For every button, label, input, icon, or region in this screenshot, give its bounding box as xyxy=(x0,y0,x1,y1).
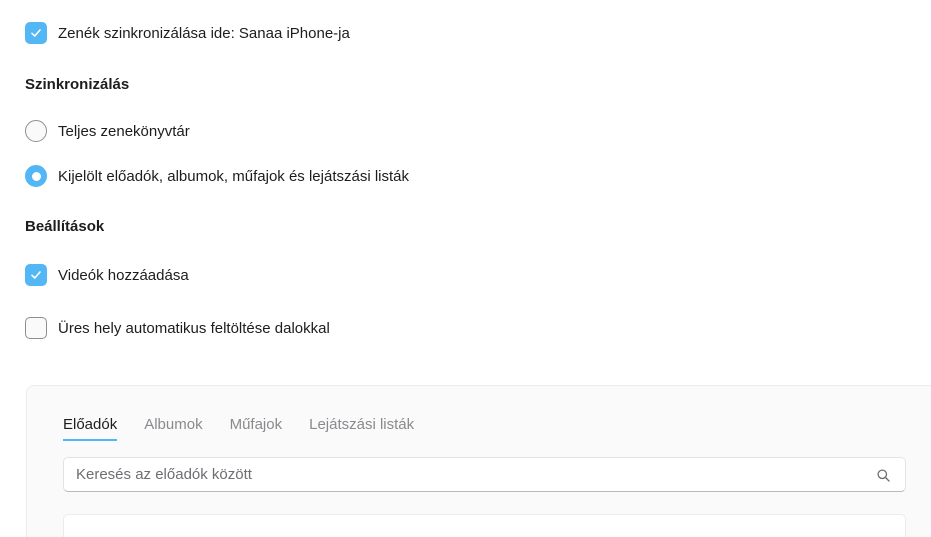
checkmark-icon xyxy=(31,271,41,279)
sync-music-label: Zenék szinkronizálása ide: Sanaa iPhone-… xyxy=(58,24,350,42)
radio-entire-library-label: Teljes zenekönyvtár xyxy=(58,122,190,140)
sync-music-checkbox[interactable] xyxy=(25,22,47,44)
tab-albums[interactable]: Albumok xyxy=(144,416,202,441)
sync-heading: Szinkronizálás xyxy=(25,76,130,93)
radio-selected-items-row[interactable]: Kijelölt előadók, albumok, műfajok és le… xyxy=(25,165,409,187)
checkmark-icon xyxy=(31,29,41,37)
sync-music-row[interactable]: Zenék szinkronizálása ide: Sanaa iPhone-… xyxy=(25,22,350,44)
autofill-row[interactable]: Üres hely automatikus feltöltése dalokka… xyxy=(25,317,330,339)
content-browser-panel: Előadók Albumok Műfajok Lejátszási listá… xyxy=(26,385,931,537)
autofill-checkbox[interactable] xyxy=(25,317,47,339)
tab-artists[interactable]: Előadók xyxy=(63,416,118,441)
settings-heading: Beállítások xyxy=(25,218,105,235)
add-videos-row[interactable]: Videók hozzáadása xyxy=(25,264,189,286)
add-videos-checkbox[interactable] xyxy=(25,264,47,286)
radio-entire-library[interactable] xyxy=(25,120,47,142)
tab-genres[interactable]: Műfajok xyxy=(230,416,283,441)
search-icon[interactable] xyxy=(877,469,890,482)
radio-entire-library-row[interactable]: Teljes zenekönyvtár xyxy=(25,120,190,142)
music-sync-settings: Zenék szinkronizálása ide: Sanaa iPhone-… xyxy=(0,0,931,537)
artist-list[interactable] xyxy=(63,514,906,537)
radio-selected-items-label: Kijelölt előadók, albumok, műfajok és le… xyxy=(58,167,409,185)
tab-playlists[interactable]: Lejátszási listák xyxy=(309,416,414,441)
autofill-label: Üres hely automatikus feltöltése dalokka… xyxy=(58,319,330,337)
search-field[interactable] xyxy=(63,457,906,492)
add-videos-label: Videók hozzáadása xyxy=(58,266,189,284)
search-input[interactable] xyxy=(64,458,905,491)
radio-dot xyxy=(31,171,41,181)
radio-selected-items[interactable] xyxy=(25,165,47,187)
browser-tabs: Előadók Albumok Műfajok Lejátszási listá… xyxy=(63,416,441,441)
